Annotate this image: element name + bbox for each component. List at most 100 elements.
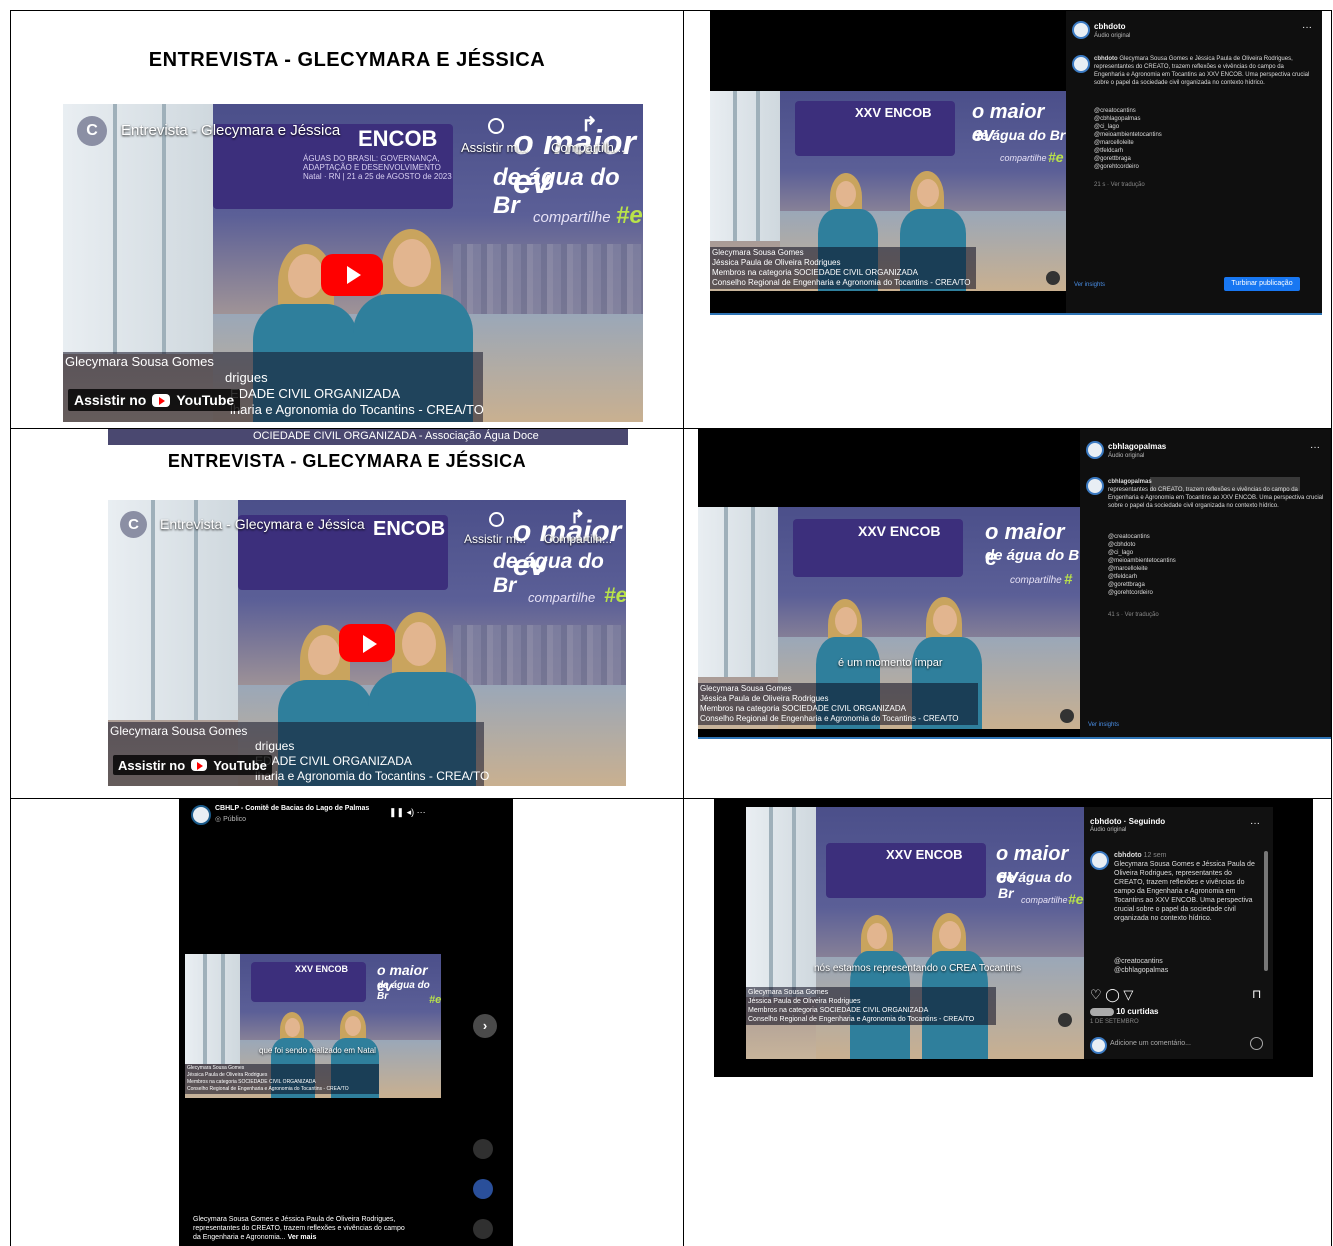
post-sidebar: cbhdoto · Seguindo Áudio original ··· cb…: [1084, 807, 1273, 1059]
post-video[interactable]: XXV ENCOB o maior ev de água do Br compa…: [746, 807, 1084, 1059]
more-options-icon[interactable]: ···: [1302, 23, 1312, 33]
share-icon[interactable]: ↱: [570, 507, 585, 528]
post-username[interactable]: cbhdoto · Seguindo: [1090, 817, 1165, 826]
mute-icon[interactable]: [1058, 1013, 1072, 1027]
share-icon[interactable]: [473, 1219, 493, 1239]
clock-icon[interactable]: [489, 512, 504, 527]
play-button[interactable]: [321, 254, 383, 296]
hashtag-text: #e: [616, 202, 643, 229]
share-icon[interactable]: ↱: [581, 112, 598, 137]
lower-third-caption: Glecymara Sousa Gomes Jéssica Paula de Ol…: [185, 1064, 379, 1094]
action-icons[interactable]: ♡ ◯ ▽: [1090, 987, 1133, 1003]
youtube-embed-cell-1: ENTREVISTA - GLECYMARA E JÉSSICA ENCOB Á…: [11, 11, 683, 428]
channel-avatar[interactable]: C: [77, 116, 107, 146]
watch-on-youtube-button[interactable]: Assistir no YouTube: [68, 389, 241, 411]
mute-icon[interactable]: [1046, 271, 1060, 285]
watch-later-button[interactable]: Assistir m...: [464, 532, 526, 546]
comment-input[interactable]: Adicione um comentário...: [1110, 1040, 1191, 1047]
page-name[interactable]: CBHLP - Comitê de Bacias do Lago de Palm…: [215, 805, 369, 812]
view-insights-link[interactable]: Ver insights: [1074, 281, 1105, 290]
view-insights-link[interactable]: Ver insights: [1088, 721, 1119, 730]
play-button[interactable]: [339, 624, 395, 662]
city-skyline: [453, 625, 626, 685]
mute-icon[interactable]: [1060, 709, 1074, 723]
hashtag-text: #e: [1048, 149, 1064, 165]
player-controls-icon[interactable]: ❚❚ ◂) ···: [389, 807, 426, 818]
facebook-video[interactable]: XXV ENCOB o maior ev de água do Br #e qu…: [185, 954, 441, 1098]
audio-label[interactable]: Áudio original: [1094, 32, 1130, 41]
caption-avatar[interactable]: [1072, 55, 1090, 73]
page-avatar[interactable]: [191, 805, 211, 825]
video-subtitle: é um momento ímpar: [838, 657, 943, 669]
share-button[interactable]: Compartilh...: [551, 140, 625, 155]
boost-post-button[interactable]: Turbinar publicação: [1224, 277, 1300, 291]
window-background: [185, 954, 240, 1064]
emoji-icon[interactable]: [1250, 1037, 1263, 1050]
youtube-video-player[interactable]: ENCOB o maior ev de água do Br compartil…: [108, 500, 626, 786]
mention-tags[interactable]: @creatocantins @cbhlagopalmas @ci_lago @mei…: [1094, 107, 1294, 171]
slogan-line-2: de água do Br: [972, 127, 1066, 143]
reel-video[interactable]: XXV ENCOB o maior ev de água do Br compa…: [710, 91, 1066, 291]
encob-logo-text: XXV ENCOB: [855, 105, 932, 120]
profile-avatar[interactable]: [1086, 441, 1104, 459]
post-username[interactable]: cbhdoto: [1094, 22, 1126, 31]
instagram-reel-panel: XXV ENCOB o maior e de água do B compart…: [698, 429, 1331, 737]
mention-tags[interactable]: @creatocantins @cbhlagopalmas: [1114, 957, 1254, 975]
person-face: [867, 923, 887, 949]
bookmark-icon[interactable]: ⊓: [1252, 987, 1261, 1001]
caption-avatar[interactable]: [1086, 477, 1104, 495]
lower-third-caption: Glecymara Sousa Gomes Jéssica Paula de Ol…: [710, 247, 976, 289]
next-video-button[interactable]: ›: [473, 1014, 497, 1038]
post-caption: cbhdoto Glecymara Sousa Gomes e Jéssica …: [1094, 56, 1310, 86]
facebook-video-panel: CBHLP - Comitê de Bacias do Lago de Palm…: [179, 799, 513, 1246]
comment-icon[interactable]: [473, 1179, 493, 1199]
see-more-link[interactable]: Ver mais: [288, 1234, 317, 1241]
instagram-reel-panel: XXV ENCOB o maior ev de água do Br compa…: [710, 11, 1322, 313]
person-face: [939, 921, 961, 949]
watch-later-button[interactable]: Assistir m...: [461, 140, 528, 155]
video-title[interactable]: Entrevista - Glecymara e Jéssica: [121, 122, 340, 139]
encob-subtitle: ÁGUAS DO BRASIL: GOVERNANÇA, ADAPTAÇÃO E …: [303, 154, 452, 181]
clock-icon[interactable]: [488, 118, 504, 134]
lower-third-caption: Glecymara Sousa Gomes Jéssica Paula de Ol…: [746, 987, 996, 1025]
encob-logo-text: ENCOB: [358, 126, 438, 151]
audio-label[interactable]: Áudio original: [1108, 452, 1144, 461]
compartilhe-text: compartilhe: [533, 209, 611, 226]
hashtag-text: #: [1064, 571, 1073, 588]
caption-scrollbar[interactable]: [1264, 851, 1268, 971]
audio-label[interactable]: Áudio original: [1090, 827, 1126, 833]
window-background: [698, 507, 778, 677]
like-icon[interactable]: [473, 1139, 493, 1159]
more-options-icon[interactable]: ···: [1310, 443, 1320, 453]
profile-avatar[interactable]: [1072, 21, 1090, 39]
compartilhe-text: compartilhe: [528, 590, 596, 605]
watch-on-youtube-button[interactable]: Assistir no YouTube: [113, 755, 272, 775]
likes-count: 10 curtidas: [1090, 1007, 1158, 1016]
reel-video[interactable]: XXV ENCOB o maior e de água do B compart…: [698, 507, 1080, 729]
post-date: 1 DE SETEMBRO: [1090, 1019, 1139, 1025]
post-sidebar: cbhlagopalmas Áudio original ··· cbhlago…: [1080, 429, 1331, 737]
section-underline: [710, 313, 1322, 315]
lower-third-caption: Glecymara Sousa Gomes drigues EDADE CIVI…: [63, 352, 484, 422]
encob-logo-text: XXV ENCOB: [886, 847, 963, 862]
youtube-video-player[interactable]: ENCOB ÁGUAS DO BRASIL: GOVERNANÇA, ADAPTA…: [63, 104, 643, 422]
person-face: [917, 179, 939, 207]
mention-tags[interactable]: @creatocantins @cbhdoto @ci_lago @meioambie…: [1108, 533, 1308, 597]
share-button[interactable]: Compartilh...: [544, 532, 612, 546]
caption-avatar[interactable]: [1090, 851, 1109, 870]
person-face: [393, 239, 431, 287]
city-skyline: [453, 244, 643, 314]
instagram-post-panel: XXV ENCOB o maior ev de água do Br compa…: [714, 799, 1313, 1077]
person-face: [285, 1018, 300, 1037]
encob-logo-text: XXV ENCOB: [858, 523, 941, 539]
hashtag-text: #e: [429, 994, 441, 1006]
video-subtitle: que foi sendo realizado em Natal: [259, 1046, 376, 1055]
person-face: [308, 635, 340, 675]
channel-avatar[interactable]: C: [120, 511, 147, 538]
instagram-reel-cell-2: XXV ENCOB o maior e de água do B compart…: [684, 429, 1331, 798]
post-username[interactable]: cbhlagopalmas: [1108, 442, 1166, 451]
more-options-icon[interactable]: ···: [1250, 818, 1260, 829]
encob-logo-text: ENCOB: [373, 518, 446, 540]
post-caption: cbhlagopalmas representantes do CREATO, t…: [1108, 479, 1324, 509]
video-title[interactable]: Entrevista - Glecymara e Jéssica: [160, 516, 365, 532]
